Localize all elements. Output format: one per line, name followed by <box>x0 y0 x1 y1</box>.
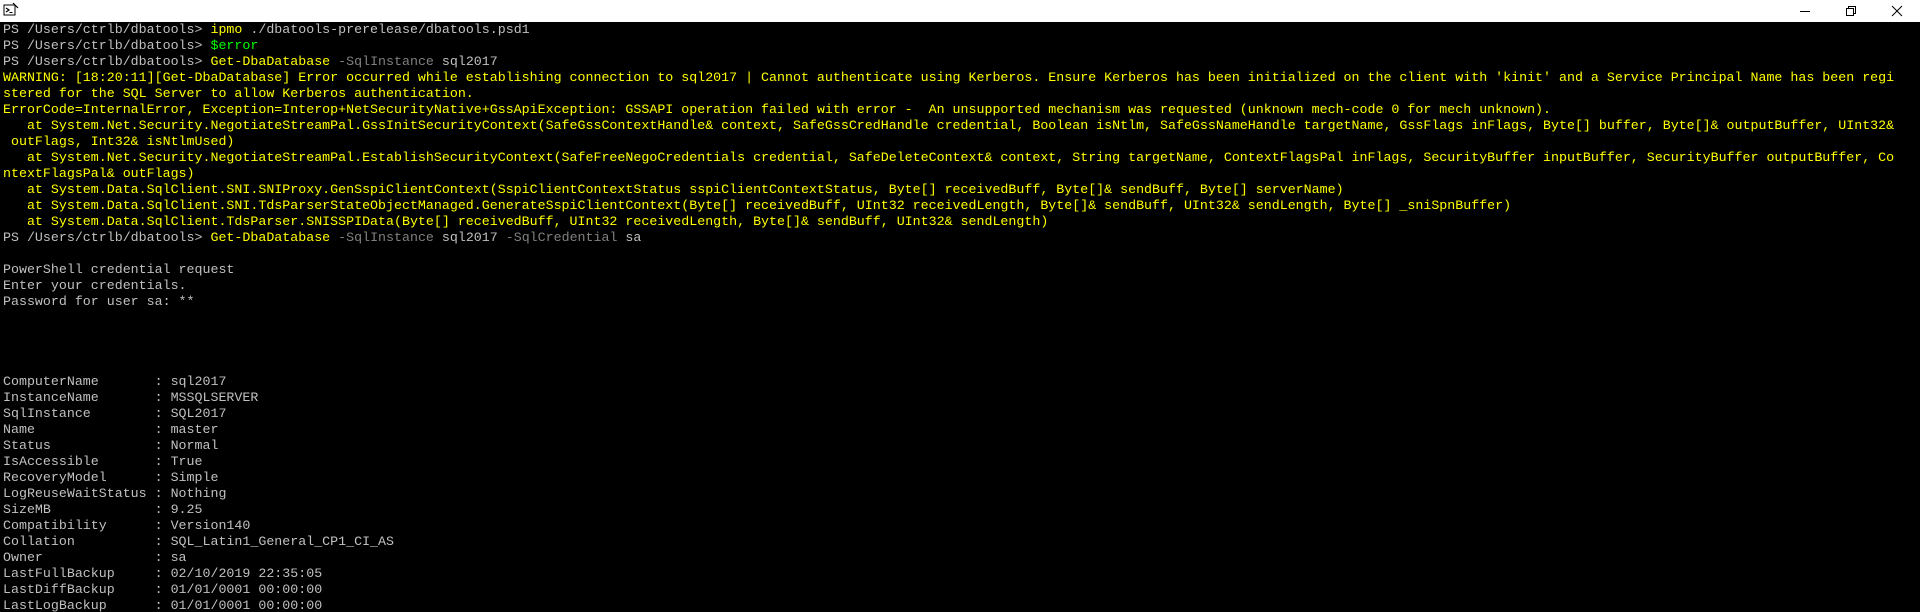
console-text-default: Name : master <box>3 422 219 437</box>
console-line: SizeMB : 9.25 <box>3 502 1920 518</box>
console-line: Collation : SQL_Latin1_General_CP1_CI_AS <box>3 534 1920 550</box>
console-text-err: at System.Data.SqlClient.TdsParser.SNISS… <box>3 214 1049 229</box>
console-text-err: at System.Net.Security.NegotiateStreamPa… <box>3 150 1895 165</box>
console-text-default: sql2017 <box>433 54 498 69</box>
console-text-var: $error <box>210 38 259 53</box>
console-line: Name : master <box>3 422 1920 438</box>
console-line: LastLogBackup : 01/01/0001 00:00:00 <box>3 598 1920 612</box>
console-line: ntextFlagsPal& outFlags) <box>3 166 1920 182</box>
console-text-param: -SqlInstance <box>330 54 434 69</box>
console-text-default: PS /Users/ctrlb/dbatools> <box>3 54 211 69</box>
console-text-err: at System.Data.SqlClient.SNI.SNIProxy.Ge… <box>3 182 1344 197</box>
console-line: at System.Data.SqlClient.SNI.SNIProxy.Ge… <box>3 182 1920 198</box>
minimize-icon <box>1800 11 1810 12</box>
console-text-default: ./dbatools-prerelease/dbatools.psd1 <box>242 22 530 37</box>
console-text-default: LastLogBackup : 01/01/0001 00:00:00 <box>3 598 323 612</box>
console-line: RecoveryModel : Simple <box>3 470 1920 486</box>
console-text-default: Enter your credentials. <box>3 278 187 293</box>
console-text-default: Owner : sa <box>3 550 187 565</box>
console-text-default: InstanceName : MSSQLSERVER <box>3 390 259 405</box>
console-text-default: Status : Normal <box>3 438 219 453</box>
console-text-cmd: Get-DbaDatabase <box>210 54 331 69</box>
console-line: SqlInstance : SQL2017 <box>3 406 1920 422</box>
console-line: LastDiffBackup : 01/01/0001 00:00:00 <box>3 582 1920 598</box>
console-line: at System.Data.SqlClient.SNI.TdsParserSt… <box>3 198 1920 214</box>
console-line: IsAccessible : True <box>3 454 1920 470</box>
console-text-default: PowerShell credential request <box>3 262 235 277</box>
restore-icon <box>1846 6 1856 16</box>
console-line: ErrorCode=InternalError, Exception=Inter… <box>3 102 1920 118</box>
console-output[interactable]: PS /Users/ctrlb/dbatools> ipmo ./dbatool… <box>3 22 1920 612</box>
powershell-icon[interactable] <box>3 2 19 18</box>
console-text-default: RecoveryModel : Simple <box>3 470 219 485</box>
console-line: stered for the SQL Server to allow Kerbe… <box>3 86 1920 102</box>
console-line: LastFullBackup : 02/10/2019 22:35:05 <box>3 566 1920 582</box>
console-line: outFlags, Int32& isNtlmUsed) <box>3 134 1920 150</box>
console-text-default: Compatibility : Version140 <box>3 518 251 533</box>
console-line: InstanceName : MSSQLSERVER <box>3 390 1920 406</box>
console-line: Compatibility : Version140 <box>3 518 1920 534</box>
console-text-default: sa <box>617 230 642 245</box>
close-icon <box>1891 5 1903 17</box>
console-text-default: PS /Users/ctrlb/dbatools> <box>3 38 211 53</box>
console-text-err: ntextFlagsPal& outFlags) <box>3 166 195 181</box>
console-text-default: IsAccessible : True <box>3 454 203 469</box>
console-text-default: LastDiffBackup : 01/01/0001 00:00:00 <box>3 582 323 597</box>
console-line: WARNING: [18:20:11][Get-DbaDatabase] Err… <box>3 70 1920 86</box>
console-text-cmd: Get-DbaDatabase <box>210 230 331 245</box>
console-text-warn: stered for the SQL Server to allow Kerbe… <box>3 86 474 101</box>
console-text-param: -SqlCredential <box>497 230 618 245</box>
console-text-default: ComputerName : sql2017 <box>3 374 227 389</box>
console-text-default: sql2017 <box>433 230 498 245</box>
console-text-param: -SqlInstance <box>330 230 434 245</box>
console-line: PS /Users/ctrlb/dbatools> $error <box>3 38 1920 54</box>
console-line: PS /Users/ctrlb/dbatools> ipmo ./dbatool… <box>3 22 1920 38</box>
console-text-err: outFlags, Int32& isNtlmUsed) <box>3 134 235 149</box>
console-line: at System.Data.SqlClient.TdsParser.SNISS… <box>3 214 1920 230</box>
console-text-warn: WARNING: [18:20:11][Get-DbaDatabase] Err… <box>3 70 1895 85</box>
console-text-default: Collation : SQL_Latin1_General_CP1_CI_AS <box>3 534 394 549</box>
console-line: at System.Net.Security.NegotiateStreamPa… <box>3 118 1920 134</box>
console-line: Password for user sa: ** <box>3 294 1920 310</box>
console-text-default: Password for user sa: ** <box>3 294 195 309</box>
console-line: Status : Normal <box>3 438 1920 454</box>
console-text-err: ErrorCode=InternalError, Exception=Inter… <box>3 102 1552 117</box>
console-text-default: SqlInstance : SQL2017 <box>3 406 227 421</box>
console-line: Enter your credentials. <box>3 278 1920 294</box>
console-text-default: SizeMB : 9.25 <box>3 502 203 517</box>
console-line: PowerShell credential request <box>3 262 1920 278</box>
console-text-err: at System.Data.SqlClient.SNI.TdsParserSt… <box>3 198 1512 213</box>
console-line: PS /Users/ctrlb/dbatools> Get-DbaDatabas… <box>3 54 1920 70</box>
console-line: PS /Users/ctrlb/dbatools> Get-DbaDatabas… <box>3 230 1920 246</box>
console-text-default: PS /Users/ctrlb/dbatools> <box>3 230 211 245</box>
console-line: ComputerName : sql2017 <box>3 374 1920 390</box>
console-text-default: PS /Users/ctrlb/dbatools> <box>3 22 211 37</box>
console-line: Owner : sa <box>3 550 1920 566</box>
restore-button[interactable] <box>1828 0 1874 22</box>
console-text-default: LastFullBackup : 02/10/2019 22:35:05 <box>3 566 323 581</box>
console-text-cmd: ipmo <box>210 22 243 37</box>
console-line: LogReuseWaitStatus : Nothing <box>3 486 1920 502</box>
console-text-default: LogReuseWaitStatus : Nothing <box>3 486 227 501</box>
window-titlebar[interactable] <box>0 0 1920 22</box>
minimize-button[interactable] <box>1782 0 1828 22</box>
console-text-err: at System.Net.Security.NegotiateStreamPa… <box>3 118 1895 133</box>
console-line: at System.Net.Security.NegotiateStreamPa… <box>3 150 1920 166</box>
close-button[interactable] <box>1874 0 1920 22</box>
